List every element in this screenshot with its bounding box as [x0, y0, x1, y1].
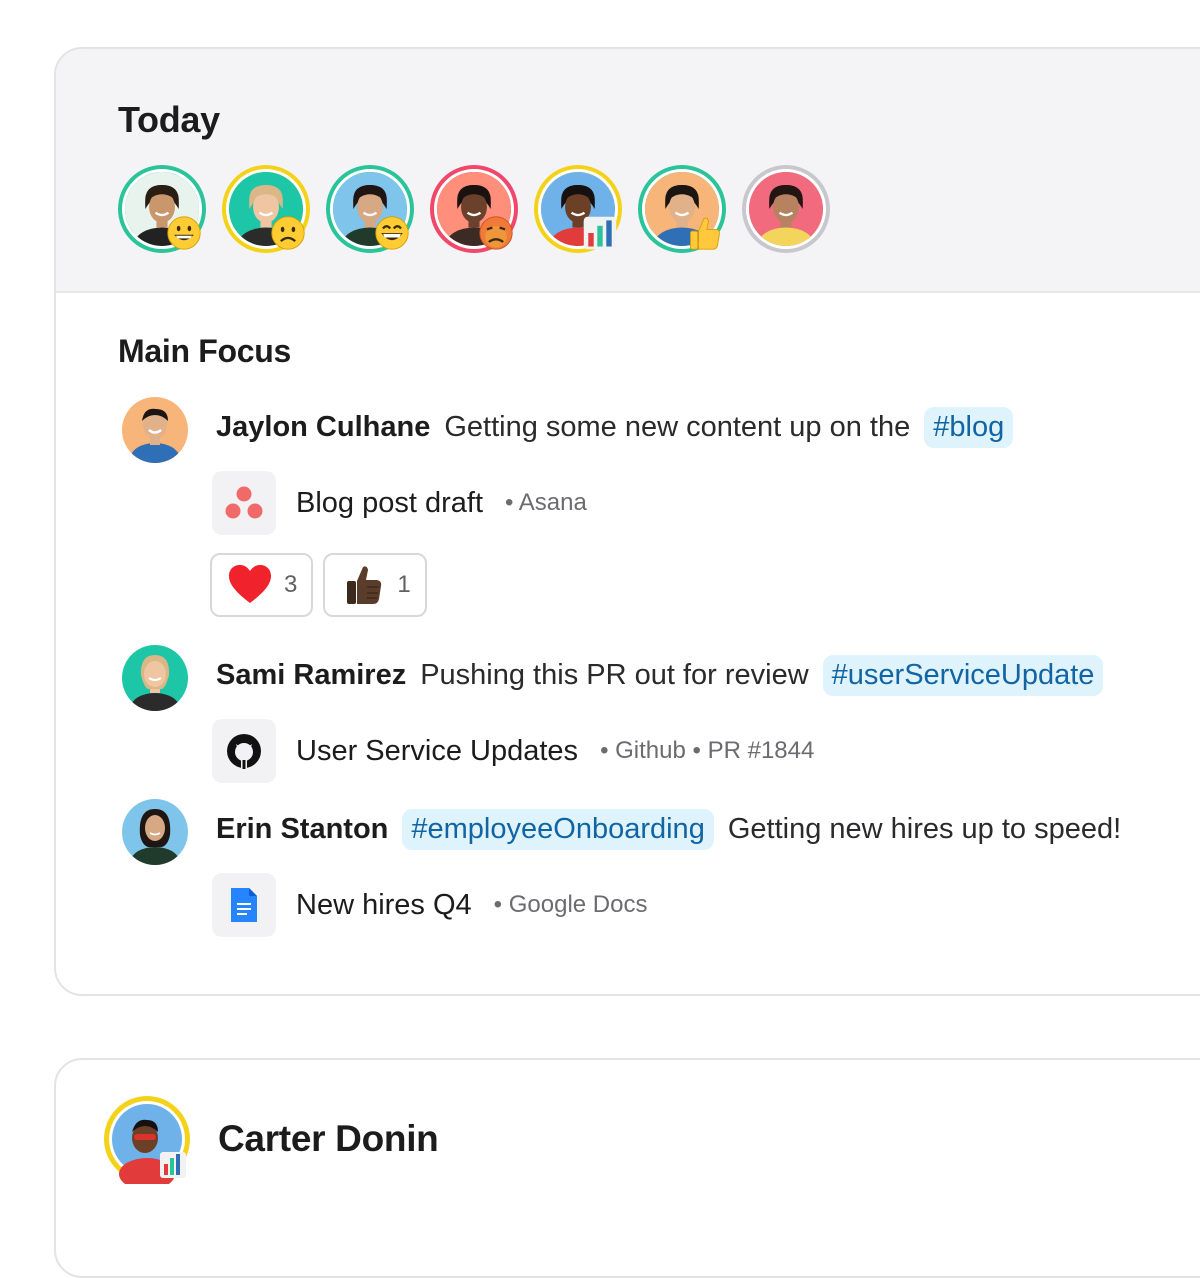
attachment-meta: • Github • PR #1844: [600, 737, 815, 764]
google-docs-icon: [212, 873, 276, 937]
person-card-carter: Carter Donin: [54, 1058, 1200, 1278]
today-card: Today Main Focus Jaylon Culhane Getting …: [54, 47, 1200, 996]
sick-emoji-icon: [478, 215, 514, 251]
hashtag-link[interactable]: #userServiceUpdate: [822, 655, 1104, 696]
github-icon: [212, 719, 276, 783]
team-avatar-7[interactable]: [742, 165, 830, 253]
entry-text: Pushing this PR out for review: [420, 659, 809, 691]
avatar[interactable]: [122, 799, 188, 865]
avatar[interactable]: [122, 397, 188, 463]
grinning-smiling-eyes-emoji-icon: [374, 215, 410, 251]
entry-text: Getting new hires up to speed!: [727, 813, 1122, 845]
entry-text: Getting some new content up on the: [444, 411, 911, 443]
focus-entry-line: Sami Ramirez Pushing this PR out for rev…: [216, 655, 1117, 696]
person-name[interactable]: Carter Donin: [218, 1118, 439, 1160]
main-focus-title: Main Focus: [118, 333, 292, 369]
thumbs-up-emoji-icon: [347, 566, 382, 604]
thumbs-up-emoji-icon: [686, 215, 722, 251]
focus-entry-line: Jaylon Culhane Getting some new content …: [216, 407, 1027, 448]
today-title: Today: [118, 99, 220, 140]
avatar[interactable]: [102, 1094, 192, 1190]
attachment-title[interactable]: Blog post draft: [296, 487, 483, 520]
entry-author[interactable]: Jaylon Culhane: [216, 411, 430, 444]
attachment-meta: • Google Docs: [493, 891, 648, 918]
reactions-row: 3 1: [210, 553, 437, 617]
team-avatar-2[interactable]: [222, 165, 310, 253]
reaction-thumbs-up[interactable]: 1: [323, 553, 427, 617]
today-header: Today: [56, 49, 1200, 293]
attachment-title[interactable]: New hires Q4: [296, 889, 472, 922]
team-avatar-3[interactable]: [326, 165, 414, 253]
hashtag-link[interactable]: #blog: [924, 407, 1014, 448]
asana-icon: [212, 471, 276, 535]
grinning-emoji-icon: [166, 215, 202, 251]
reaction-heart[interactable]: 3: [210, 553, 314, 617]
entry-author[interactable]: Sami Ramirez: [216, 659, 406, 692]
hashtag-link[interactable]: #employeeOnboarding: [402, 809, 714, 850]
team-avatar-5[interactable]: [534, 165, 622, 253]
reaction-count: 1: [397, 571, 411, 598]
team-avatar-6[interactable]: [638, 165, 726, 253]
attachment-row[interactable]: User Service Updates • Github • PR #1844: [212, 719, 814, 783]
team-avatar-1[interactable]: [118, 165, 206, 253]
avatar: [746, 169, 826, 249]
reaction-count: 3: [284, 571, 298, 598]
bar-chart-emoji-icon: [582, 215, 618, 251]
avatar[interactable]: [122, 645, 188, 711]
focus-entry-line: Erin Stanton #employeeOnboarding Getting…: [216, 809, 1121, 850]
attachment-row[interactable]: Blog post draft • Asana: [212, 471, 587, 535]
attachment-row[interactable]: New hires Q4 • Google Docs: [212, 873, 647, 937]
heart-emoji-icon: [229, 565, 271, 603]
attachment-meta: • Asana: [505, 489, 587, 516]
entry-author[interactable]: Erin Stanton: [216, 813, 388, 846]
team-avatar-4[interactable]: [430, 165, 518, 253]
attachment-title[interactable]: User Service Updates: [296, 735, 578, 768]
frowning-emoji-icon: [270, 215, 306, 251]
